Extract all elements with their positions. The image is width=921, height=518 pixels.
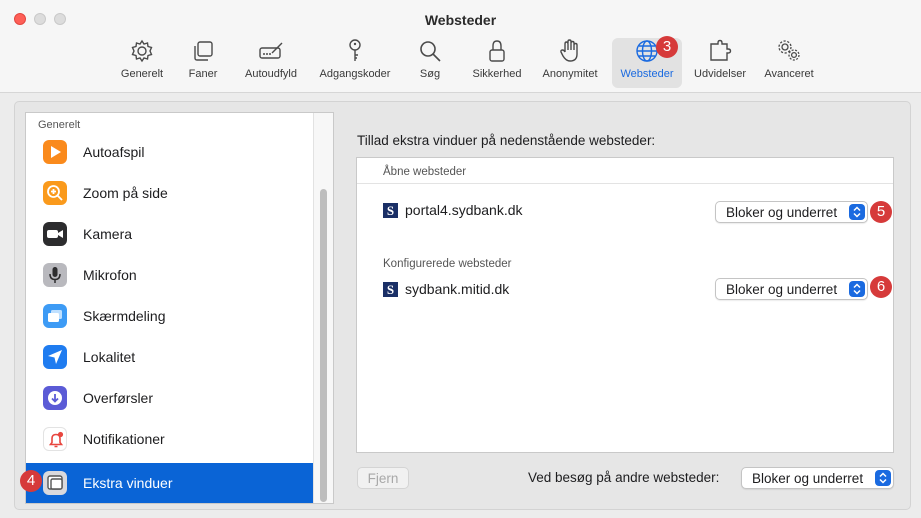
sidebar-item-location[interactable]: Lokalitet	[26, 337, 313, 378]
sidebar-item-label: Mikrofon	[83, 267, 137, 283]
puzzle-icon	[707, 38, 733, 64]
site-favicon: S	[383, 282, 398, 297]
toolbar-tab-advanced[interactable]: Avanceret	[758, 38, 820, 88]
toolbar-tab-label: Faner	[188, 68, 218, 80]
websites-list: Åbne websteder S portal4.sydbank.dk Blok…	[356, 157, 894, 453]
sidebar-item-screen-sharing[interactable]: Skærmdeling	[26, 296, 313, 337]
site-setting-popup[interactable]: Bloker og underret	[715, 278, 868, 300]
microphone-icon	[43, 263, 67, 287]
toolbar-tab-label: Websteder	[620, 68, 674, 80]
other-sites-setting-popup[interactable]: Bloker og underret	[741, 467, 894, 489]
bell-icon	[43, 427, 67, 451]
camera-icon	[43, 222, 67, 246]
site-name: sydbank.mitid.dk	[405, 281, 510, 297]
section-divider	[357, 183, 893, 184]
toolbar-tab-extensions[interactable]: Udvidelser	[688, 38, 752, 88]
chevron-updown-icon	[875, 470, 891, 486]
chevron-updown-icon	[849, 204, 865, 220]
toolbar-tab-tabs[interactable]: Faner	[183, 38, 223, 88]
toolbar-tab-label: Avanceret	[764, 68, 814, 80]
sidebar-item-page-zoom[interactable]: Zoom på side	[26, 173, 313, 214]
remove-button[interactable]: Fjern	[357, 467, 409, 489]
sidebar-item-label: Lokalitet	[83, 349, 136, 365]
toolbar-tab-passwords[interactable]: Adgangskoder	[312, 38, 398, 88]
sidebar-item-autoplay[interactable]: Autoafspil	[26, 132, 313, 173]
site-setting-popup[interactable]: Bloker og underret	[715, 201, 868, 223]
sidebar-item-label: Notifikationer	[83, 431, 165, 447]
toolbar-tab-autofill[interactable]: Autoudfyld	[238, 38, 304, 88]
sidebar-item-label: Autoafspil	[83, 144, 145, 160]
popup-value: Bloker og underret	[726, 205, 838, 220]
toolbar-tab-label: Udvidelser	[694, 68, 746, 80]
lock-icon	[484, 38, 510, 64]
tabs-icon	[190, 38, 216, 64]
section-header-open-sites: Åbne websteder	[383, 166, 467, 178]
step-marker: 5	[870, 201, 892, 223]
scrollbar-thumb[interactable]	[320, 189, 327, 502]
screen-share-icon	[43, 304, 67, 328]
sidebar-item-label: Zoom på side	[83, 185, 168, 201]
hand-icon	[557, 38, 583, 64]
other-sites-label: Ved besøg på andre websteder:	[528, 470, 720, 485]
toolbar-tab-security[interactable]: Sikkerhed	[466, 38, 528, 88]
sidebar-item-microphone[interactable]: Mikrofon	[26, 255, 313, 296]
gear-icon	[129, 38, 155, 64]
toolbar-tab-privacy[interactable]: Anonymitet	[535, 38, 605, 88]
sidebar-group-label: Generelt	[38, 119, 81, 131]
site-name: portal4.sydbank.dk	[405, 202, 523, 218]
chevron-updown-icon	[849, 281, 865, 297]
sidebar-item-label: Overførsler	[83, 390, 153, 406]
toolbar-tab-label: Anonymitet	[542, 68, 598, 80]
zoom-icon	[43, 181, 67, 205]
sidebar-item-popup-windows[interactable]: Ekstra vinduer	[26, 463, 313, 503]
section-header-configured-sites: Konfigurerede websteder	[383, 258, 512, 270]
toolbar-tab-label: Generelt	[120, 68, 164, 80]
location-icon	[43, 345, 67, 369]
sidebar-item-label: Ekstra vinduer	[83, 475, 173, 491]
toolbar-tab-label: Adgangskoder	[319, 68, 391, 80]
sidebar-item-camera[interactable]: Kamera	[26, 214, 313, 255]
window-title: Websteder	[424, 12, 497, 28]
search-icon	[417, 38, 443, 64]
toolbar-tab-label: Søg	[419, 68, 441, 80]
step-marker: 6	[870, 276, 892, 298]
play-icon	[43, 140, 67, 164]
remove-button-label: Fjern	[367, 471, 399, 486]
step-marker: 4	[20, 470, 42, 492]
page-heading: Tillad ekstra vinduer på nedenstående we…	[357, 133, 656, 148]
sidebar-item-notifications[interactable]: Notifikationer	[26, 419, 313, 460]
popup-value: Bloker og underret	[752, 471, 864, 486]
sidebar: Generelt Autoafspil Zoom på side Kamera …	[25, 112, 334, 504]
popup-value: Bloker og underret	[726, 282, 838, 297]
toolbar-tab-label: Sikkerhed	[472, 68, 522, 80]
toolbar-tab-general[interactable]: Generelt	[115, 38, 169, 88]
download-icon	[43, 386, 67, 410]
toolbar-tab-label: Autoudfyld	[245, 68, 297, 80]
window-toolbar: Websteder Generelt Faner Autoudfyld Adga…	[0, 0, 921, 93]
sidebar-item-downloads[interactable]: Overførsler	[26, 378, 313, 419]
sidebar-item-label: Skærmdeling	[83, 308, 166, 324]
key-icon	[342, 38, 368, 64]
sidebar-item-label: Kamera	[83, 226, 133, 242]
sidebar-scrollbar[interactable]	[313, 113, 333, 503]
site-favicon: S	[383, 203, 398, 218]
gears-icon	[776, 38, 802, 64]
step-marker: 3	[656, 36, 678, 58]
autofill-icon	[258, 38, 284, 64]
toolbar-tab-search[interactable]: Søg	[414, 38, 446, 88]
windows-icon	[43, 471, 67, 495]
